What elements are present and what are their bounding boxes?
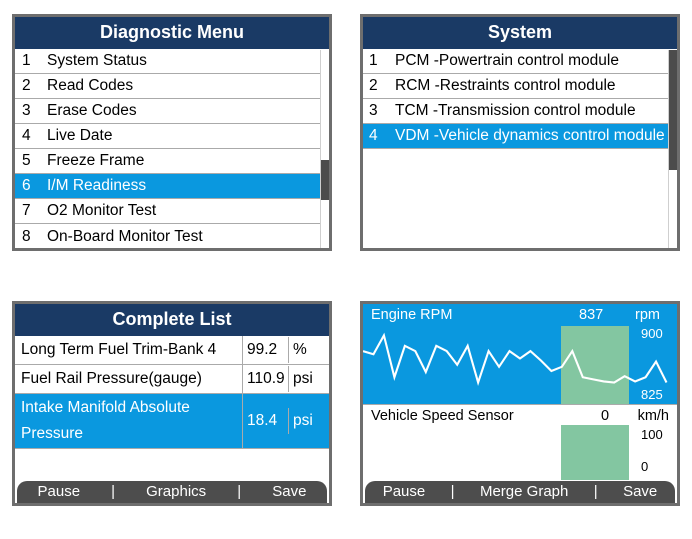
diagnostic-menu-panel: Diagnostic Menu 1System Status2Read Code…: [12, 14, 332, 251]
scrollbar[interactable]: [668, 50, 677, 248]
item-number: 5: [21, 152, 43, 170]
item-number: 7: [21, 202, 43, 220]
pause-button[interactable]: Pause: [373, 483, 436, 500]
diagnostic-menu-item[interactable]: 7O2 Monitor Test: [15, 199, 329, 224]
graph2-selection[interactable]: [561, 425, 629, 480]
item-number: 4: [21, 127, 43, 145]
graph1-unit: rpm: [629, 307, 669, 323]
diagnostic-menu-item[interactable]: 3Erase Codes: [15, 99, 329, 124]
vehicle-speed-graph[interactable]: Vehicle Speed Sensor 0 km/h 100 0: [363, 404, 677, 480]
graph1-ymax: 900: [641, 326, 673, 341]
item-label: O2 Monitor Test: [43, 202, 323, 220]
item-number: 2: [369, 76, 391, 96]
diagnostic-menu-item[interactable]: 2Read Codes: [15, 74, 329, 99]
graph2-yaxis: 100 0: [641, 427, 673, 474]
system-list: 1PCM -Powertrain control module2RCM -Res…: [363, 49, 677, 149]
graph1-yaxis: 900 825: [641, 326, 673, 402]
separator: |: [451, 483, 455, 500]
diagnostic-menu-item[interactable]: 5Freeze Frame: [15, 149, 329, 174]
item-number: 1: [21, 52, 43, 70]
item-number: 3: [369, 101, 391, 121]
item-label: System Status: [43, 52, 323, 70]
diagnostic-menu-item[interactable]: 6I/M Readiness: [15, 174, 329, 199]
item-number: 8: [21, 228, 43, 246]
complete-list-row[interactable]: Intake Manifold Absolute Pressure18.4psi: [15, 394, 329, 449]
pid-value: 110.9: [243, 366, 289, 392]
system-item[interactable]: 2RCM -Restraints control module: [363, 74, 677, 99]
item-number: 4: [369, 126, 391, 146]
graph2-name: Vehicle Speed Sensor: [371, 408, 601, 424]
separator: |: [111, 483, 115, 500]
item-label: TCM -Transmission control module: [391, 101, 671, 121]
item-number: 6: [21, 177, 43, 195]
graph2-ymax: 100: [641, 427, 673, 442]
graph-footer: Pause | Merge Graph | Save: [365, 481, 675, 503]
item-label: Live Date: [43, 127, 323, 145]
item-number: 1: [369, 51, 391, 71]
complete-list-title: Complete List: [15, 304, 329, 336]
graph-panel: Engine RPM 837 rpm 900 825 Vehicle Speed…: [360, 301, 680, 506]
system-item[interactable]: 4VDM -Vehicle dynamics control module: [363, 124, 677, 149]
complete-list-footer: Pause | Graphics | Save: [17, 481, 327, 503]
diagnostic-menu-title: Diagnostic Menu: [15, 17, 329, 49]
graph2-ymin: 0: [641, 459, 673, 474]
diagnostic-menu-item[interactable]: 4Live Date: [15, 124, 329, 149]
system-panel: System 1PCM -Powertrain control module2R…: [360, 14, 680, 251]
item-number: 3: [21, 102, 43, 120]
item-label: I/M Readiness: [43, 177, 323, 195]
graph1-value: 837: [579, 307, 629, 323]
item-label: RCM -Restraints control module: [391, 76, 671, 96]
graph2-value: 0: [601, 408, 621, 424]
complete-list-table: Long Term Fuel Trim-Bank 499.2%Fuel Rail…: [15, 336, 329, 449]
complete-list-panel: Complete List Long Term Fuel Trim-Bank 4…: [12, 301, 332, 506]
system-title: System: [363, 17, 677, 49]
complete-list-row[interactable]: Long Term Fuel Trim-Bank 499.2%: [15, 336, 329, 365]
pid-name: Intake Manifold Absolute Pressure: [15, 394, 243, 448]
scrollbar[interactable]: [320, 50, 329, 248]
pid-unit: psi: [289, 408, 329, 434]
pid-name: Fuel Rail Pressure(gauge): [15, 365, 243, 393]
separator: |: [237, 483, 241, 500]
system-item[interactable]: 3TCM -Transmission control module: [363, 99, 677, 124]
item-label: VDM -Vehicle dynamics control module: [391, 126, 671, 146]
item-label: Read Codes: [43, 77, 323, 95]
item-label: Erase Codes: [43, 102, 323, 120]
pid-unit: psi: [289, 366, 329, 392]
graph1-ymin: 825: [641, 387, 673, 402]
engine-rpm-graph[interactable]: Engine RPM 837 rpm 900 825: [363, 304, 677, 404]
diagnostic-menu-item[interactable]: 8On-Board Monitor Test: [15, 224, 329, 249]
diagnostic-menu-list: 1System Status2Read Codes3Erase Codes4Li…: [15, 49, 329, 249]
item-label: On-Board Monitor Test: [43, 228, 323, 246]
graph2-unit: km/h: [621, 408, 669, 424]
system-item[interactable]: 1PCM -Powertrain control module: [363, 49, 677, 74]
item-label: PCM -Powertrain control module: [391, 51, 671, 71]
save-button[interactable]: Save: [613, 483, 667, 500]
graph2-header: Vehicle Speed Sensor 0 km/h: [363, 405, 677, 424]
pid-value: 18.4: [243, 408, 289, 434]
scrollbar-thumb[interactable]: [669, 50, 677, 170]
graph1-header: Engine RPM 837 rpm: [363, 304, 677, 323]
pid-name: Long Term Fuel Trim-Bank 4: [15, 336, 243, 364]
graphics-button[interactable]: Graphics: [136, 483, 216, 500]
item-number: 2: [21, 77, 43, 95]
pid-value: 99.2: [243, 337, 289, 363]
graph1-name: Engine RPM: [371, 307, 579, 323]
diagnostic-menu-item[interactable]: 1System Status: [15, 49, 329, 74]
item-label: Freeze Frame: [43, 152, 323, 170]
scrollbar-thumb[interactable]: [321, 160, 329, 200]
pause-button[interactable]: Pause: [28, 483, 91, 500]
pid-unit: %: [289, 337, 329, 363]
complete-list-row[interactable]: Fuel Rail Pressure(gauge)110.9psi: [15, 365, 329, 394]
save-button[interactable]: Save: [262, 483, 316, 500]
separator: |: [594, 483, 598, 500]
merge-graph-button[interactable]: Merge Graph: [470, 483, 578, 500]
